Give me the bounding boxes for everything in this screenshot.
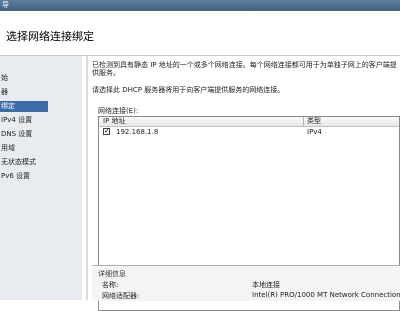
row-type: IPv4 bbox=[307, 128, 322, 136]
description-text-1: 已检测到具有静态 IP 地址的一个或多个网络连接。每个网络连接都可用于为单独子网… bbox=[92, 61, 397, 77]
details-panel: 详细信息 名称: 本地连接 网络适配器: Intel(R) PRO/1000 M… bbox=[92, 265, 400, 301]
wizard-step-list: 始 器 绑定 IPv4 设置 DNS 设置 用域 无状态模式 Pv6 设置 bbox=[0, 56, 82, 300]
nav-step-stateless-mode[interactable]: 无状态模式 bbox=[0, 157, 82, 168]
pane-divider bbox=[86, 56, 88, 300]
details-title: 详细信息 bbox=[98, 270, 126, 278]
nav-step-start[interactable]: 始 bbox=[0, 73, 82, 84]
row-ip-address: 192.168.1.8 bbox=[116, 128, 159, 136]
window-title: 导 bbox=[2, 1, 9, 9]
main-content: 已检测到具有静态 IP 地址的一个或多个网络连接。每个网络连接都可用于为单独子网… bbox=[92, 56, 400, 311]
network-connections-label: 网络连接(E): bbox=[98, 107, 139, 115]
adapter-value: Intel(R) PRO/1000 MT Network Connection bbox=[252, 291, 400, 299]
wizard-header: 选择网络连接绑定 bbox=[0, 11, 400, 56]
nav-step-dns-settings[interactable]: DNS 设置 bbox=[0, 129, 82, 140]
table-row[interactable]: ✓ 192.168.1.8 IPv4 bbox=[99, 127, 399, 137]
column-header-ip[interactable]: IP 地址 bbox=[103, 117, 126, 126]
column-header-type[interactable]: 类型 bbox=[307, 117, 321, 126]
nav-step-binding[interactable]: 绑定 bbox=[0, 101, 48, 112]
table-header: IP 地址 类型 bbox=[99, 117, 399, 127]
connection-checkbox[interactable]: ✓ bbox=[103, 128, 110, 135]
window-titlebar: 导 bbox=[0, 0, 400, 11]
nav-step-server[interactable]: 器 bbox=[0, 87, 82, 98]
name-value: 本地连接 bbox=[252, 281, 280, 289]
nav-step-ipv6-settings[interactable]: Pv6 设置 bbox=[0, 171, 82, 182]
description-text-2: 请选择此 DHCP 服务器将用于向客户端提供服务的网络连接。 bbox=[92, 86, 285, 94]
name-label: 名称: bbox=[102, 281, 119, 289]
column-separator[interactable] bbox=[303, 117, 304, 126]
nav-step-domain[interactable]: 用域 bbox=[0, 143, 82, 154]
page-title: 选择网络连接绑定 bbox=[6, 30, 94, 43]
nav-step-ipv4-settings[interactable]: IPv4 设置 bbox=[0, 115, 82, 126]
